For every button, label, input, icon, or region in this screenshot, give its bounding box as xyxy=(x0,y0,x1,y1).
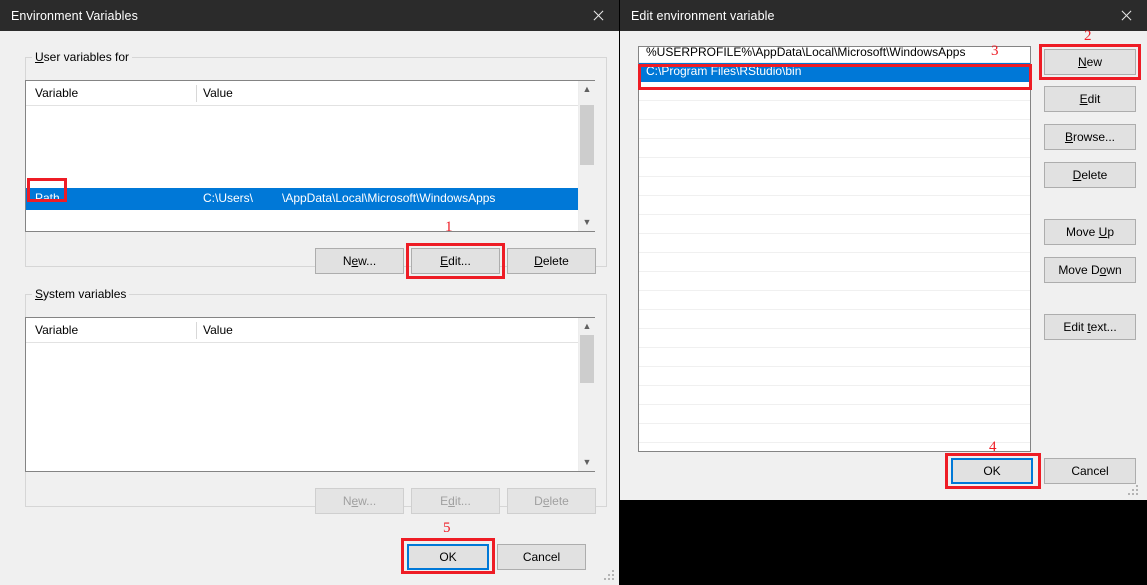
right-titlebar[interactable]: Edit environment variable xyxy=(620,0,1147,31)
user-list-header: Variable Value xyxy=(26,81,594,106)
left-client-area: User variables for Variable Value Path C… xyxy=(0,31,619,585)
environment-variables-dialog: Environment Variables User variables for… xyxy=(0,0,619,585)
user-variables-list[interactable]: Variable Value Path C:\Users\ \AppData\L… xyxy=(25,80,595,232)
user-variables-label: User variables for xyxy=(32,50,133,64)
list-item[interactable] xyxy=(639,348,1030,367)
user-col-variable: Variable xyxy=(35,86,79,100)
list-item[interactable] xyxy=(639,386,1030,405)
delete-button-user[interactable]: Delete xyxy=(507,248,596,274)
scrollbar-thumb[interactable] xyxy=(580,335,594,383)
system-list-scrollbar[interactable]: ▲ ▼ xyxy=(578,318,595,471)
user-list-scrollbar[interactable]: ▲ ▼ xyxy=(578,81,595,231)
user-col-value: Value xyxy=(203,86,233,100)
scroll-up-icon[interactable]: ▲ xyxy=(579,81,595,98)
edit-text-button[interactable]: Edit text... xyxy=(1044,314,1136,340)
cancel-button-env-dialog[interactable]: Cancel xyxy=(497,544,586,570)
close-icon[interactable] xyxy=(575,0,619,31)
list-item[interactable] xyxy=(639,196,1030,215)
list-item[interactable] xyxy=(639,367,1030,386)
scroll-down-icon[interactable]: ▼ xyxy=(579,454,595,471)
list-item[interactable] xyxy=(639,405,1030,424)
list-item[interactable] xyxy=(639,310,1030,329)
user-col-divider xyxy=(196,85,197,102)
left-titlebar[interactable]: Environment Variables xyxy=(0,0,619,31)
list-item[interactable] xyxy=(639,443,1030,451)
list-item[interactable] xyxy=(639,82,1030,101)
ok-label: OK xyxy=(983,464,1001,478)
right-window-title: Edit environment variable xyxy=(631,8,775,23)
edit-button-path[interactable]: Edit xyxy=(1044,86,1136,112)
path-entry-text: C:\Program Files\RStudio\bin xyxy=(646,64,802,78)
system-variables-list[interactable]: Variable Value xyxy=(25,317,595,472)
list-item[interactable]: %USERPROFILE%\AppData\Local\Microsoft\Wi… xyxy=(639,46,1030,63)
list-item[interactable]: C:\Program Files\RStudio\bin xyxy=(639,63,1030,82)
new-button-system: New... xyxy=(315,488,404,514)
cancel-label: Cancel xyxy=(522,550,561,564)
list-item[interactable] xyxy=(639,291,1030,310)
move-up-button[interactable]: Move Up xyxy=(1044,219,1136,245)
list-item[interactable] xyxy=(639,234,1030,253)
list-item[interactable] xyxy=(639,120,1030,139)
list-item[interactable] xyxy=(639,272,1030,291)
left-window-title: Environment Variables xyxy=(11,8,138,23)
browse-button-path[interactable]: Browse... xyxy=(1044,124,1136,150)
path-entries-list[interactable]: %USERPROFILE%\AppData\Local\Microsoft\Wi… xyxy=(638,46,1031,452)
edit-environment-variable-dialog: Edit environment variable %USERPROFILE%\… xyxy=(620,0,1147,500)
new-button-user[interactable]: New... xyxy=(315,248,404,274)
resize-grip[interactable] xyxy=(604,570,616,582)
scroll-up-icon[interactable]: ▲ xyxy=(579,318,595,335)
user-row-variable: Path xyxy=(35,191,60,205)
list-item[interactable] xyxy=(639,253,1030,272)
new-button-path[interactable]: New xyxy=(1044,49,1136,75)
system-list-header: Variable Value xyxy=(26,318,594,343)
cancel-button-edit-dialog[interactable]: Cancel xyxy=(1044,458,1136,484)
close-icon[interactable] xyxy=(1103,0,1147,31)
delete-button-system: Delete xyxy=(507,488,596,514)
edit-button-system: Edit... xyxy=(411,488,500,514)
list-item[interactable] xyxy=(639,329,1030,348)
user-row-value-prefix: C:\Users\ xyxy=(203,191,254,205)
move-down-button[interactable]: Move Down xyxy=(1044,257,1136,283)
list-item[interactable] xyxy=(639,215,1030,234)
ok-button-env-dialog[interactable]: OK xyxy=(407,544,489,570)
ok-label: OK xyxy=(439,550,457,564)
system-variables-label: System variables xyxy=(32,287,130,301)
edit-button-user[interactable]: Edit... xyxy=(411,248,500,274)
scroll-down-icon[interactable]: ▼ xyxy=(579,214,595,231)
scrollbar-thumb[interactable] xyxy=(580,105,594,165)
system-col-divider xyxy=(196,322,197,339)
resize-grip[interactable] xyxy=(1128,485,1140,497)
user-row-value-suffix: \AppData\Local\Microsoft\WindowsApps xyxy=(282,191,496,205)
ok-button-edit-dialog[interactable]: OK xyxy=(951,458,1033,484)
right-client-area: %USERPROFILE%\AppData\Local\Microsoft\Wi… xyxy=(620,31,1147,500)
table-row[interactable]: Path C:\Users\ \AppData\Local\Microsoft\… xyxy=(26,188,594,210)
list-item[interactable] xyxy=(639,101,1030,120)
list-item[interactable] xyxy=(639,158,1030,177)
list-item[interactable] xyxy=(639,424,1030,443)
system-col-value: Value xyxy=(203,323,233,337)
list-item[interactable] xyxy=(639,177,1030,196)
system-col-variable: Variable xyxy=(35,323,79,337)
cancel-label: Cancel xyxy=(1071,464,1109,478)
path-entry-text: %USERPROFILE%\AppData\Local\Microsoft\Wi… xyxy=(646,46,966,59)
list-item[interactable] xyxy=(639,139,1030,158)
delete-button-path[interactable]: Delete xyxy=(1044,162,1136,188)
